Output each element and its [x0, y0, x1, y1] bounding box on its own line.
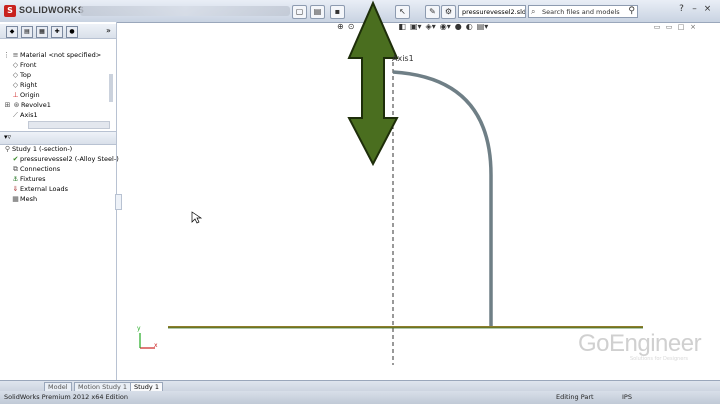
vessel-profile-curve — [392, 70, 493, 326]
goengineer-watermark-tagline: Solutions for Designers — [630, 356, 689, 362]
axis1-label: Axis1 — [392, 54, 414, 63]
mouse-cursor-icon — [191, 211, 203, 224]
status-units[interactable]: IPS — [622, 393, 632, 401]
triad-y-label: y — [137, 325, 141, 332]
goengineer-watermark: GoEngineer — [578, 330, 702, 357]
status-product: SolidWorks Premium 2012 x64 Edition — [4, 393, 129, 401]
double-arrow-icon — [347, 0, 399, 167]
status-mode: Editing Part — [556, 393, 594, 401]
triad-x-label: x — [154, 342, 158, 349]
